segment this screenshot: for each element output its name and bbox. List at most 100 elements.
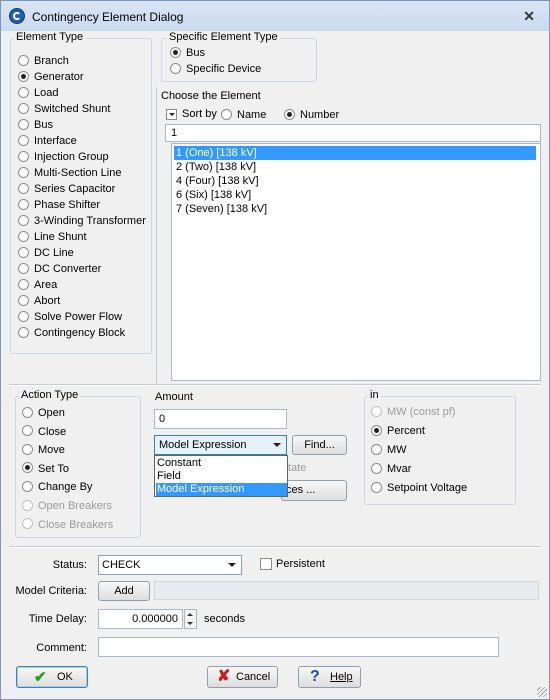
radio-icon bbox=[18, 150, 29, 162]
close-icon[interactable]: ✕ bbox=[523, 8, 535, 25]
amount-type-combo[interactable]: Model Expression bbox=[154, 435, 287, 455]
spinner-up-icon[interactable] bbox=[187, 613, 193, 616]
element-type-line-shunt[interactable]: Line Shunt bbox=[18, 229, 87, 245]
element-type-dc-line[interactable]: DC Line bbox=[18, 245, 74, 261]
unit-percent[interactable]: Percent bbox=[371, 423, 425, 439]
action-type-move[interactable]: Move bbox=[22, 442, 65, 458]
action-type-open-breakers: Open Breakers bbox=[22, 498, 112, 514]
element-type-generator-label: Generator bbox=[34, 71, 84, 83]
radio-icon bbox=[22, 462, 33, 474]
comment-input[interactable] bbox=[98, 637, 499, 657]
action-type-change-by[interactable]: Change By bbox=[22, 479, 92, 495]
specific-type-bus[interactable]: Bus bbox=[170, 45, 205, 61]
element-type-series-capacitor[interactable]: Series Capacitor bbox=[18, 181, 115, 197]
element-type-dc-converter[interactable]: DC Converter bbox=[18, 261, 101, 277]
chevron-down-icon bbox=[169, 113, 175, 116]
radio-icon bbox=[18, 70, 29, 82]
chevron-down-icon bbox=[273, 443, 281, 447]
element-list-item[interactable]: 6 (Six) [138 kV] bbox=[174, 188, 251, 202]
radio-icon bbox=[371, 481, 382, 493]
right-panel-divider bbox=[156, 87, 157, 384]
app-logo-icon bbox=[9, 8, 25, 24]
sort-option-name[interactable]: Name bbox=[221, 107, 266, 123]
element-list-item[interactable]: 7 (Seven) [138 kV] bbox=[174, 202, 267, 216]
status-label: Status: bbox=[52, 559, 87, 571]
element-filter-input[interactable]: 1 bbox=[165, 124, 541, 142]
comment-label: Comment: bbox=[36, 642, 87, 654]
unit-percent-label: Percent bbox=[387, 425, 425, 437]
action-type-close[interactable]: Close bbox=[22, 424, 66, 440]
element-list-item[interactable]: 1 (One) [138 kV] bbox=[174, 146, 536, 160]
persistent-label: Persistent bbox=[276, 558, 325, 570]
contingency-dialog: Contingency Element Dialog ✕ Element Typ… bbox=[0, 0, 550, 700]
sort-option-label: Name bbox=[237, 109, 267, 121]
radio-icon bbox=[22, 425, 33, 437]
time-delay-spinner[interactable] bbox=[184, 609, 197, 629]
element-list-item[interactable]: 4 (Four) [138 kV] bbox=[174, 174, 259, 188]
radio-icon bbox=[22, 406, 33, 418]
element-type-branch[interactable]: Branch bbox=[18, 53, 69, 69]
radio-icon bbox=[18, 182, 29, 194]
dropdown-option-constant[interactable]: Constant bbox=[156, 457, 287, 470]
title-bar: Contingency Element Dialog ✕ bbox=[1, 1, 549, 31]
radio-icon bbox=[170, 46, 181, 58]
time-delay-input[interactable]: 0.000000 bbox=[98, 609, 183, 629]
time-delay-label: Time Delay: bbox=[28, 613, 87, 625]
element-type-switched-shunt[interactable]: Switched Shunt bbox=[18, 101, 110, 117]
radio-icon bbox=[170, 62, 181, 74]
sort-dropdown-button[interactable] bbox=[166, 109, 177, 120]
sort-option-number[interactable]: Number bbox=[284, 107, 339, 123]
unit-setpoint-voltage[interactable]: Setpoint Voltage bbox=[371, 480, 467, 496]
choices-button[interactable]: ces ... bbox=[281, 480, 347, 501]
find-button[interactable]: Find... bbox=[292, 435, 347, 455]
time-delay-units: seconds bbox=[204, 613, 245, 625]
element-type-interface[interactable]: Interface bbox=[18, 133, 77, 149]
unit-mw-label: MW bbox=[387, 444, 407, 456]
element-type-load[interactable]: Load bbox=[18, 85, 58, 101]
status-combo[interactable]: CHECK bbox=[98, 555, 242, 575]
element-type-injection-group[interactable]: Injection Group bbox=[18, 149, 109, 165]
help-button[interactable]: ? Help bbox=[298, 666, 361, 688]
units-title: in bbox=[368, 389, 381, 401]
element-type-area[interactable]: Area bbox=[18, 277, 57, 293]
element-type-area-label: Area bbox=[34, 279, 58, 291]
ok-button[interactable]: ✔ OK bbox=[16, 666, 88, 688]
amount-input[interactable]: 0 bbox=[154, 409, 287, 429]
element-type-generator[interactable]: Generator bbox=[18, 69, 84, 85]
unit-mvar[interactable]: Mvar bbox=[371, 461, 411, 477]
radio-icon bbox=[18, 118, 29, 130]
element-type-contingency-block[interactable]: Contingency Block bbox=[18, 325, 125, 341]
cancel-button[interactable]: ✘ Cancel bbox=[207, 666, 278, 688]
element-type-multi-section-line-label: Multi-Section Line bbox=[34, 167, 122, 179]
element-type-dc-converter-label: DC Converter bbox=[34, 263, 102, 275]
resize-grip-icon[interactable] bbox=[537, 687, 547, 697]
chevron-down-icon bbox=[228, 563, 236, 567]
action-type-move-label: Move bbox=[38, 444, 65, 457]
action-type-set-to[interactable]: Set To bbox=[22, 461, 69, 477]
element-list-item[interactable]: 2 (Two) [138 kV] bbox=[174, 160, 256, 174]
model-criteria-label: Model Criteria: bbox=[15, 585, 87, 597]
section-divider bbox=[9, 546, 541, 548]
model-criteria-field bbox=[154, 581, 539, 600]
element-type-multi-section-line[interactable]: Multi-Section Line bbox=[18, 165, 121, 181]
element-type-title: Element Type bbox=[14, 31, 86, 43]
sort-option-label: Number bbox=[300, 109, 340, 121]
radio-icon bbox=[18, 246, 29, 258]
persistent-checkbox[interactable] bbox=[260, 558, 272, 570]
element-type-abort[interactable]: Abort bbox=[18, 293, 60, 309]
element-type-phase-shifter[interactable]: Phase Shifter bbox=[18, 197, 100, 213]
unit-mw[interactable]: MW bbox=[371, 442, 407, 458]
specific-type-specific-device[interactable]: Specific Device bbox=[170, 61, 261, 77]
unit-mvar-label: Mvar bbox=[387, 463, 412, 475]
add-criteria-button[interactable]: Add bbox=[98, 581, 150, 601]
element-listbox[interactable]: 1 (One) [138 kV] 2 (Two) [138 kV] 4 (Four)… bbox=[171, 143, 541, 381]
specific-type-bus-label: Bus bbox=[186, 47, 205, 59]
spinner-down-icon[interactable] bbox=[187, 622, 193, 625]
element-type-3-winding-transformer[interactable]: 3-Winding Transformer bbox=[18, 213, 146, 229]
dropdown-option-model-expression[interactable]: Model Expression bbox=[156, 483, 287, 496]
help-button-label: Help bbox=[330, 671, 353, 683]
element-type-solve-power-flow[interactable]: Solve Power Flow bbox=[18, 309, 122, 325]
action-type-open[interactable]: Open bbox=[22, 405, 65, 421]
element-type-bus[interactable]: Bus bbox=[18, 117, 53, 133]
dropdown-option-field[interactable]: Field bbox=[156, 470, 287, 483]
